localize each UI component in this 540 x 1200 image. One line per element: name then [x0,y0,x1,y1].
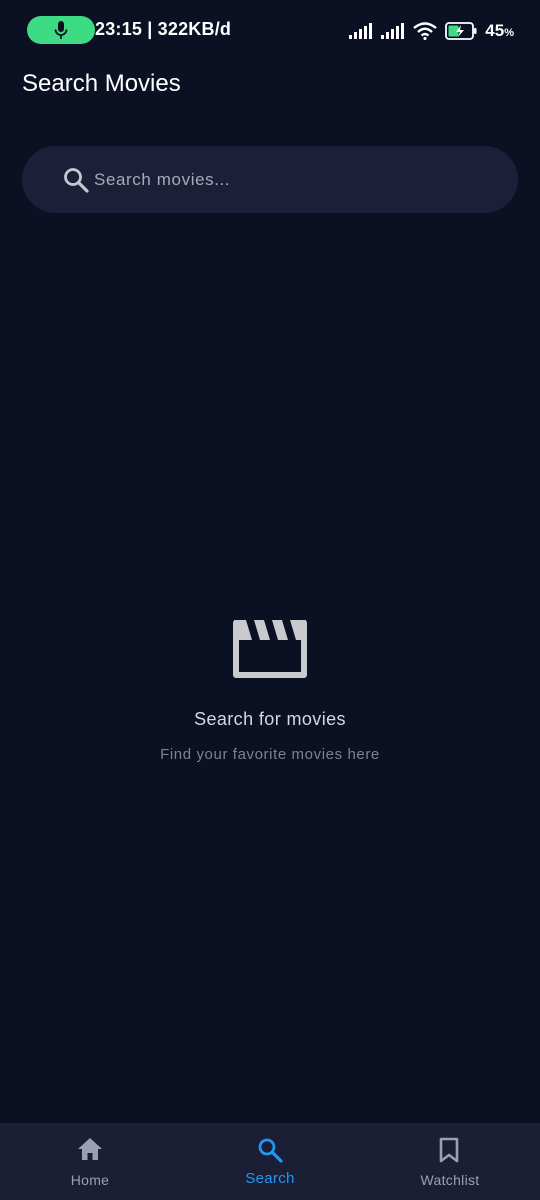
page-title: Search Movies [22,70,181,97]
mic-indicator[interactable] [27,16,95,44]
nav-label-watchlist: Watchlist [420,1172,480,1188]
signal-icon [349,23,373,39]
bookmark-icon [439,1137,459,1163]
empty-state-title: Search for movies [194,709,346,729]
nav-label-search: Search [245,1170,295,1187]
wifi-icon [413,22,438,40]
status-icons: 45% [349,18,514,44]
battery-icon [445,22,477,40]
battery-unit: % [504,27,514,39]
nav-label-home: Home [70,1172,110,1188]
search-input[interactable] [94,146,494,213]
search-icon [258,1138,283,1163]
battery-percent: 45% [485,21,514,41]
bottom-nav: Home Search Watchlist [0,1123,540,1200]
movie-clapper-icon [233,620,307,678]
battery-value: 45 [485,21,505,40]
microphone-icon [54,21,68,39]
nav-item-watchlist[interactable]: Watchlist [360,1123,540,1200]
empty-state: Search for movies Find your favorite mov… [0,615,540,763]
search-bar[interactable] [22,146,518,213]
signal-icon-2 [381,23,405,39]
search-icon [64,168,89,193]
search-screen: 23:15 | 322KB/d 45% Search Movies Search… [0,0,540,1200]
status-time-data: 23:15 | 322KB/d [95,19,232,39]
status-bar: 23:15 | 322KB/d 45% [0,0,540,62]
empty-state-subtitle: Find your favorite movies here [160,746,380,763]
home-icon [78,1138,102,1160]
nav-item-search[interactable]: Search [180,1123,360,1200]
nav-item-home[interactable]: Home [0,1123,180,1200]
